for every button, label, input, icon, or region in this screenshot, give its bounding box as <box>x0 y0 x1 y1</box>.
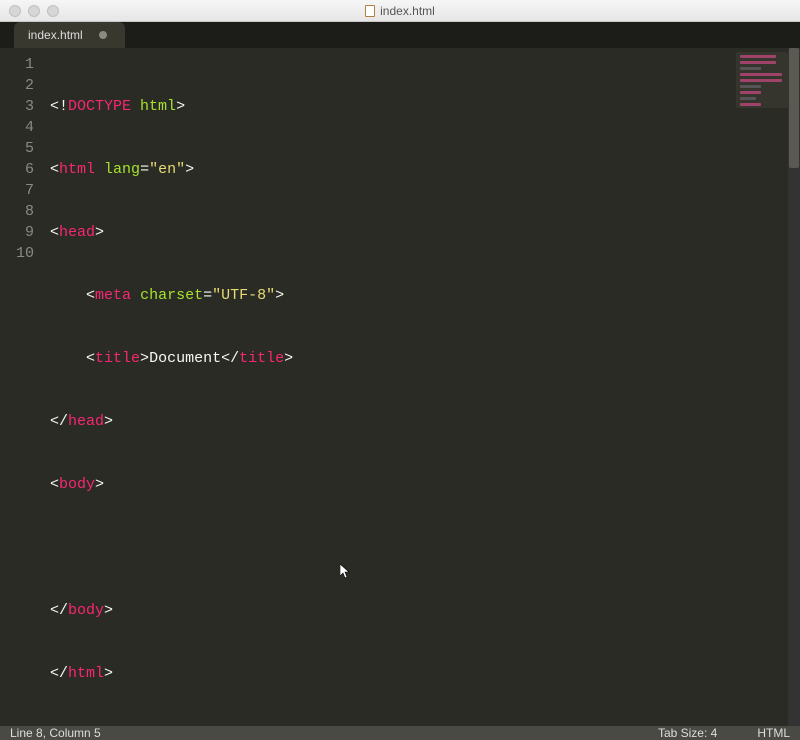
code-content[interactable]: <!DOCTYPE html> <html lang="en"> <head> … <box>44 48 800 726</box>
file-icon <box>365 5 375 17</box>
status-cursor-position[interactable]: Line 8, Column 5 <box>10 726 101 740</box>
code-line: <meta charset="UTF-8"> <box>50 285 800 306</box>
line-number: 8 <box>0 201 34 222</box>
code-line: <head> <box>50 222 800 243</box>
line-number: 7 <box>0 180 34 201</box>
status-bar: Line 8, Column 5 Tab Size: 4 HTML <box>0 726 800 740</box>
window-titlebar: index.html <box>0 0 800 22</box>
line-number: 4 <box>0 117 34 138</box>
line-number-gutter: 1 2 3 4 5 6 7 8 9 10 <box>0 48 44 726</box>
code-line: <!DOCTYPE html> <box>50 96 800 117</box>
code-line: </html> <box>50 663 800 684</box>
line-number: 1 <box>0 54 34 75</box>
line-number: 10 <box>0 243 34 264</box>
editor-area[interactable]: 1 2 3 4 5 6 7 8 9 10 <!DOCTYPE html> <ht… <box>0 48 800 726</box>
scrollbar-thumb[interactable] <box>789 48 799 168</box>
line-number: 2 <box>0 75 34 96</box>
tab-label: index.html <box>28 28 83 42</box>
line-number: 9 <box>0 222 34 243</box>
code-line: </body> <box>50 600 800 621</box>
window-title-text: index.html <box>380 4 435 18</box>
dirty-indicator-icon <box>99 31 107 39</box>
vertical-scrollbar[interactable] <box>788 48 800 726</box>
code-line: <title>Document</title> <box>50 348 800 369</box>
code-line: </head> <box>50 411 800 432</box>
code-line <box>50 537 800 558</box>
minimap[interactable] <box>736 52 788 108</box>
status-syntax[interactable]: HTML <box>757 726 790 740</box>
status-tab-size[interactable]: Tab Size: 4 <box>658 726 717 740</box>
window-title: index.html <box>0 4 800 18</box>
code-line: <html lang="en"> <box>50 159 800 180</box>
line-number: 3 <box>0 96 34 117</box>
code-line: <body> <box>50 474 800 495</box>
tab-index-html[interactable]: index.html <box>14 22 125 48</box>
line-number: 6 <box>0 159 34 180</box>
editor-app: index.html 1 2 3 4 5 6 7 8 9 10 <!DOCTYP… <box>0 22 800 601</box>
line-number: 5 <box>0 138 34 159</box>
tab-bar: index.html <box>0 22 800 48</box>
